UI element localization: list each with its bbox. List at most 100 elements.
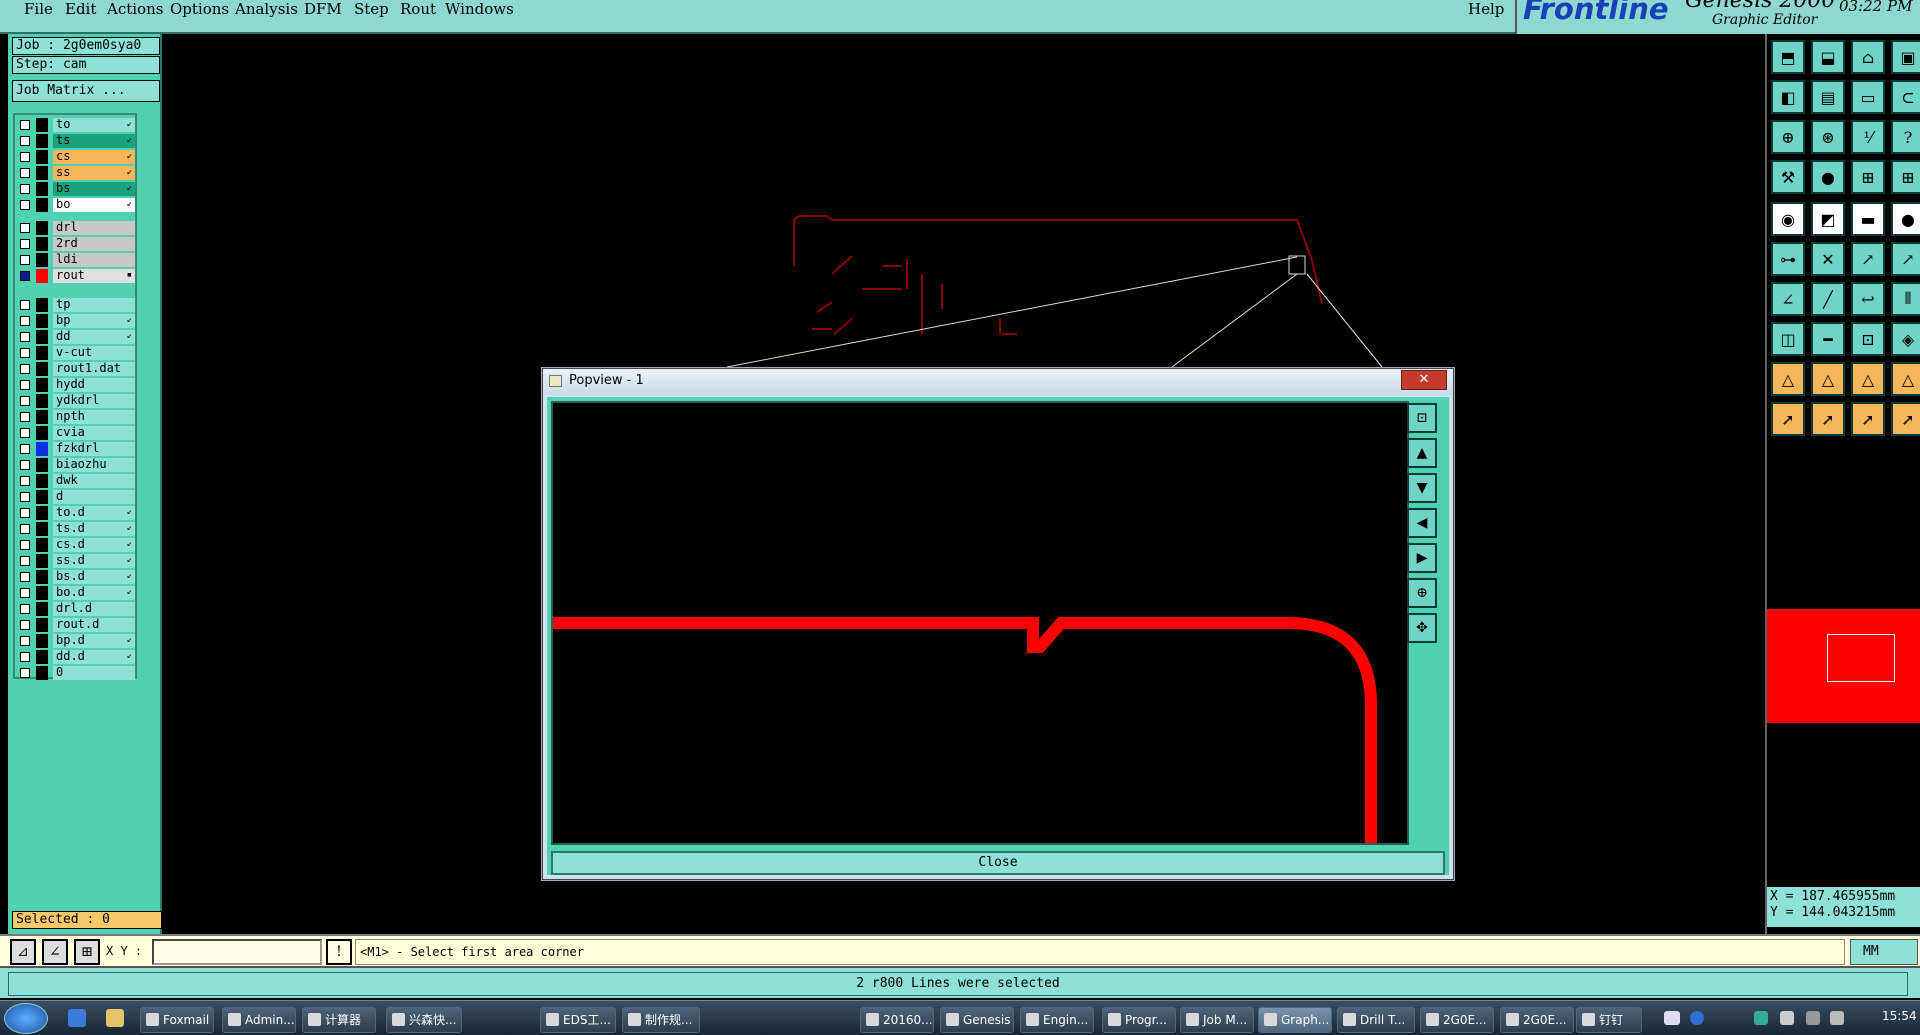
layer-name[interactable]: cs.d ↙ <box>53 538 135 552</box>
volume-icon[interactable] <box>1830 1011 1844 1025</box>
tool-button-icon[interactable]: ⊞ <box>1851 160 1885 194</box>
popview-zoom-icon[interactable]: ⊕ <box>1407 578 1437 608</box>
layer-name[interactable]: fzkdrl <box>53 442 135 456</box>
taskbar-item[interactable]: Admin... <box>222 1007 296 1033</box>
tool-button-icon[interactable]: ⊕ <box>1771 120 1805 154</box>
snap-icon[interactable]: ⊿ <box>10 939 36 965</box>
layer-name[interactable]: bs.d ↙ <box>53 570 135 584</box>
layer-row[interactable]: ldi <box>17 253 135 267</box>
layer-checkbox[interactable] <box>20 348 30 358</box>
popview-close-x-button[interactable]: ✕ <box>1401 370 1447 390</box>
layer-row[interactable]: bp ↙ <box>17 314 135 328</box>
menu-edit[interactable]: Edit <box>65 0 96 18</box>
taskbar-item[interactable]: 制作规... <box>622 1007 700 1033</box>
layer-row[interactable]: bs ↙ <box>17 182 135 196</box>
layer-row[interactable]: ts.d ↙ <box>17 522 135 536</box>
layer-row[interactable]: bo.d ↙ <box>17 586 135 600</box>
layer-checkbox[interactable] <box>20 364 30 374</box>
tool-button-icon[interactable]: △ <box>1851 362 1885 396</box>
layer-row[interactable]: drl.d <box>17 602 135 616</box>
layer-checkbox[interactable] <box>20 184 30 194</box>
tool-button-icon[interactable]: △ <box>1811 362 1845 396</box>
tool-button-icon[interactable]: ⌂ <box>1851 40 1885 74</box>
layer-checkbox[interactable] <box>20 412 30 422</box>
popview-zoom-icon[interactable]: ▼ <box>1407 473 1437 503</box>
layer-row[interactable]: rout1.dat <box>17 362 135 376</box>
tool-button-icon[interactable]: ▭ <box>1851 80 1885 114</box>
menu-rout[interactable]: Rout <box>400 0 436 18</box>
layer-checkbox[interactable] <box>20 200 30 210</box>
layer-name[interactable]: bp ↙ <box>53 314 135 328</box>
layer-name[interactable]: npth <box>53 410 135 424</box>
tool-button-icon[interactable]: ◧ <box>1771 80 1805 114</box>
tool-button-icon[interactable]: ⊶ <box>1771 242 1805 276</box>
menu-help[interactable]: Help <box>1468 0 1504 18</box>
taskbar-item[interactable]: Engin... <box>1020 1007 1094 1033</box>
tool-button-icon[interactable]: ╱ <box>1811 282 1845 316</box>
layer-row[interactable]: cs ↙ <box>17 150 135 164</box>
layer-row[interactable]: dd.d ↙ <box>17 650 135 664</box>
layer-row[interactable]: v-cut <box>17 346 135 360</box>
layer-checkbox[interactable] <box>20 508 30 518</box>
tool-button-icon[interactable]: ➚ <box>1771 402 1805 436</box>
layer-name[interactable]: cs ↙ <box>53 150 135 164</box>
layer-name[interactable]: hydd <box>53 378 135 392</box>
taskbar-item[interactable]: Genesis <box>940 1007 1014 1033</box>
layer-name[interactable]: rout1.dat <box>53 362 135 376</box>
tool-button-icon[interactable]: ▤ <box>1811 80 1845 114</box>
tool-button-icon[interactable]: ━ <box>1811 322 1845 356</box>
flag-icon[interactable] <box>1780 1011 1794 1025</box>
start-button[interactable] <box>4 1003 48 1034</box>
layer-name[interactable]: bo.d ↙ <box>53 586 135 600</box>
layer-checkbox[interactable] <box>20 136 30 146</box>
tool-button-icon[interactable]: ⊡ <box>1851 322 1885 356</box>
layer-name[interactable]: ss ↙ <box>53 166 135 180</box>
popview-zoom-icon[interactable]: ✥ <box>1407 613 1437 643</box>
layer-row[interactable]: ts ↙ <box>17 134 135 148</box>
tool-button-icon[interactable]: ◩ <box>1811 202 1845 236</box>
tool-button-icon[interactable]: ➚ <box>1851 402 1885 436</box>
layer-name[interactable]: ydkdrl <box>53 394 135 408</box>
tool-button-icon[interactable]: ? <box>1891 120 1920 154</box>
layer-name[interactable]: rout ▪ <box>53 269 135 283</box>
layer-checkbox[interactable] <box>20 620 30 630</box>
layer-name[interactable]: ts.d ↙ <box>53 522 135 536</box>
tool-button-icon[interactable]: ▣ <box>1891 40 1920 74</box>
layer-row[interactable]: ss.d ↙ <box>17 554 135 568</box>
tool-button-icon[interactable]: ◫ <box>1771 322 1805 356</box>
tool-button-icon[interactable]: ⬒ <box>1771 40 1805 74</box>
tool-button-icon[interactable]: ⅟ <box>1851 120 1885 154</box>
layer-checkbox[interactable] <box>20 476 30 486</box>
layer-checkbox[interactable] <box>20 636 30 646</box>
layer-name[interactable]: rout.d <box>53 618 135 632</box>
layer-name[interactable]: to.d ↙ <box>53 506 135 520</box>
layer-name[interactable]: 2rd <box>53 237 135 251</box>
layer-checkbox[interactable] <box>20 524 30 534</box>
menu-step[interactable]: Step <box>354 0 389 18</box>
layer-row[interactable]: bp.d ↙ <box>17 634 135 648</box>
layer-checkbox[interactable] <box>20 239 30 249</box>
layer-name[interactable]: dd ↙ <box>53 330 135 344</box>
layer-row[interactable]: bs.d ↙ <box>17 570 135 584</box>
taskbar-item[interactable]: Graph... <box>1258 1007 1332 1033</box>
tool-button-icon[interactable]: △ <box>1891 362 1920 396</box>
layer-row[interactable]: biaozhu <box>17 458 135 472</box>
tool-button-icon[interactable]: ⊛ <box>1811 120 1845 154</box>
layer-checkbox[interactable] <box>20 271 30 281</box>
popview-titlebar[interactable]: Popview - 1 <box>543 369 1453 395</box>
tool-button-icon[interactable]: ↩ <box>1851 282 1885 316</box>
tool-button-icon[interactable]: ➚ <box>1891 402 1920 436</box>
tool-button-icon[interactable]: △ <box>1771 362 1805 396</box>
layer-checkbox[interactable] <box>20 316 30 326</box>
layer-checkbox[interactable] <box>20 444 30 454</box>
layer-checkbox[interactable] <box>20 396 30 406</box>
layer-name[interactable]: cvia <box>53 426 135 440</box>
popview-zoom-icon[interactable]: ▲ <box>1407 438 1437 468</box>
menu-dfm[interactable]: DFM <box>304 0 342 18</box>
unit-selector[interactable]: MM <box>1850 939 1918 965</box>
tool-button-icon[interactable]: ● <box>1891 202 1920 236</box>
layer-checkbox[interactable] <box>20 120 30 130</box>
layer-name[interactable]: dd.d ↙ <box>53 650 135 664</box>
layer-checkbox[interactable] <box>20 668 30 678</box>
taskbar-item[interactable]: Foxmail <box>140 1007 214 1033</box>
